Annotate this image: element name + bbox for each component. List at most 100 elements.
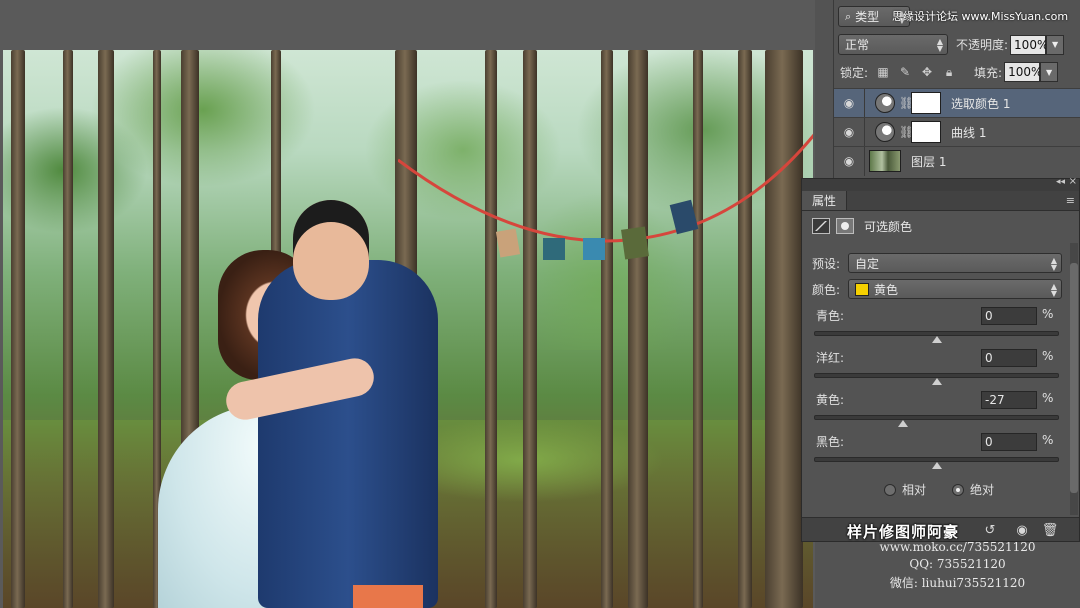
layer-row-curves[interactable]: ◉ ⛓︎ 曲线 1	[834, 117, 1080, 147]
opacity-input[interactable]: 100%	[1010, 34, 1048, 55]
layer-name: 曲线 1	[951, 125, 987, 140]
adjustment-layer-icon	[875, 93, 895, 113]
trash-icon[interactable]: 🗑︎	[1040, 521, 1060, 539]
tree-trunk	[98, 50, 114, 608]
wedding-photo	[3, 50, 813, 608]
lock-pixels-brush-icon[interactable]: ✎	[898, 65, 912, 79]
slider-magenta: 洋红: 0 %	[814, 349, 1059, 389]
groom-pants	[353, 585, 423, 608]
color-value: 黄色	[874, 282, 899, 297]
fill-label: 填充:	[974, 65, 1003, 80]
slider-track[interactable]	[814, 415, 1059, 420]
slider-thumb[interactable]	[931, 336, 942, 343]
preset-label: 预设:	[812, 256, 841, 271]
tree-trunk	[63, 50, 73, 608]
slider-thumb[interactable]	[931, 378, 942, 385]
dropdown-arrows-icon: ▲ ▼	[936, 37, 943, 53]
radio-absolute[interactable]	[952, 483, 965, 496]
groom	[293, 200, 369, 300]
slider-value-input[interactable]: -27	[981, 391, 1037, 409]
layer-filter-label: 类型	[855, 10, 880, 24]
collapse-icon[interactable]: ◂◂	[1056, 177, 1065, 187]
layer-name: 图层 1	[911, 154, 947, 169]
lock-transparent-icon[interactable]: ▦	[876, 65, 890, 79]
layer-row-selective-color[interactable]: ◉ ⛓︎ 选取颜色 1	[834, 88, 1080, 118]
layers-panel: ⌕ 类型 ▲ ▼ 正常 ▲ ▼ 不透明度: 100% ▼ 锁定: ▦ ✎ ✥ 🔒︎ …	[833, 0, 1080, 180]
tab-properties[interactable]: 属性	[802, 191, 848, 210]
preset-value: 自定	[855, 256, 880, 271]
radio-relative-label: 相对	[902, 483, 927, 497]
blend-mode-label: 正常	[845, 38, 870, 52]
slider-value-input[interactable]: 0	[981, 433, 1037, 451]
reset-icon[interactable]: ↺	[980, 521, 1000, 539]
percent-unit: %	[1042, 433, 1054, 447]
watermark-wechat: 微信: liuhui735521120	[889, 576, 1026, 590]
layer-divider	[864, 88, 865, 118]
photo-bunting	[398, 133, 813, 260]
slider-value-input[interactable]: 0	[981, 349, 1037, 367]
layer-mask-thumbnail[interactable]	[911, 121, 941, 143]
properties-title: 可选颜色	[864, 219, 913, 234]
lock-all-icon[interactable]: 🔒︎	[942, 65, 956, 79]
color-label: 颜色:	[812, 282, 841, 297]
tab-label: 属性	[812, 194, 837, 208]
lock-position-move-icon[interactable]: ✥	[920, 65, 934, 79]
search-icon: ⌕	[845, 9, 852, 23]
layer-divider	[864, 146, 865, 176]
slider-label: 洋红:	[816, 351, 845, 365]
slider-value-input[interactable]: 0	[981, 307, 1037, 325]
percent-unit: %	[1042, 349, 1054, 363]
properties-header: 可选颜色	[802, 211, 1079, 241]
visibility-eye-icon[interactable]: ◉	[834, 96, 864, 110]
opacity-label: 不透明度:	[956, 38, 1009, 52]
blend-row: 正常 ▲ ▼ 不透明度: 100% ▼	[834, 34, 1080, 55]
layer-row-image[interactable]: ◉ 图层 1	[834, 146, 1080, 176]
fill-dropdown-button[interactable]: ▼	[1040, 62, 1059, 82]
adjustment-icon[interactable]	[812, 218, 830, 234]
preset-dropdown[interactable]: 自定 ▲ ▼	[848, 253, 1062, 273]
watermark-qq: QQ: 735521120	[909, 557, 1006, 571]
mask-icon[interactable]	[836, 218, 854, 234]
preset-row: 预设: 自定 ▲ ▼	[812, 253, 1062, 273]
properties-scrollbar[interactable]	[1070, 243, 1078, 515]
blend-mode-dropdown[interactable]: 正常 ▲ ▼	[838, 34, 948, 55]
visibility-eye-icon[interactable]: ◉	[834, 154, 864, 168]
radio-absolute-label: 绝对	[970, 483, 995, 497]
fill-input[interactable]: 100%	[1004, 62, 1043, 82]
slider-value: 0	[985, 351, 993, 365]
properties-footer: 样片修图师阿豪 ↺ ◉ 🗑︎	[802, 517, 1079, 541]
mask-link-icon[interactable]: ⛓︎	[899, 125, 914, 139]
panel-menu-icon[interactable]: ≡	[1066, 191, 1075, 210]
visibility-eye-icon[interactable]: ◉	[834, 125, 864, 139]
retoucher-watermark: 样片修图师阿豪	[847, 523, 960, 541]
forum-watermark: 思缘设计论坛 www.MissYuan.com	[892, 10, 1069, 23]
slider-value: 0	[985, 309, 993, 323]
dropdown-arrows-icon: ▲ ▼	[1050, 256, 1057, 272]
color-row: 颜色: 黄色 ▲ ▼	[812, 279, 1062, 299]
layer-name: 选取颜色 1	[951, 96, 1011, 111]
panel-tabs: 属性 ≡	[802, 191, 1079, 211]
mask-link-icon[interactable]: ⛓︎	[899, 96, 914, 110]
slider-yellow: 黄色: -27 %	[814, 391, 1059, 431]
adjustment-layer-icon	[875, 122, 895, 142]
close-icon[interactable]: ×	[1069, 176, 1077, 187]
opacity-dropdown-button[interactable]: ▼	[1046, 34, 1065, 55]
slider-thumb[interactable]	[931, 462, 942, 469]
radio-relative[interactable]	[884, 483, 896, 496]
slider-thumb[interactable]	[898, 420, 909, 427]
layer-thumbnail[interactable]	[869, 150, 901, 172]
properties-panel: ◂◂ × 属性 ≡ 可选颜色 预设: 自定 ▲ ▼ 颜色: 黄色 ▲ ▼ 青色: 0…	[801, 176, 1080, 542]
lock-label: 锁定:	[840, 65, 869, 80]
color-dropdown[interactable]: 黄色 ▲ ▼	[848, 279, 1062, 299]
slider-label: 青色:	[816, 309, 845, 323]
scrollbar-thumb[interactable]	[1070, 263, 1078, 493]
slider-black: 黑色: 0 %	[814, 433, 1059, 473]
slider-value: -27	[985, 393, 1005, 407]
watermark-site: www.moko.cc/735521120	[879, 540, 1036, 554]
lock-row: 锁定: ▦ ✎ ✥ 🔒︎ 填充: 100% ▼	[834, 62, 1080, 82]
document-canvas[interactable]	[0, 0, 815, 608]
visibility-eye-icon[interactable]: ◉	[1012, 521, 1032, 539]
layer-mask-thumbnail[interactable]	[911, 92, 941, 114]
panel-titlebar[interactable]: ◂◂ ×	[802, 176, 1079, 191]
fill-value: 100%	[1008, 65, 1043, 79]
